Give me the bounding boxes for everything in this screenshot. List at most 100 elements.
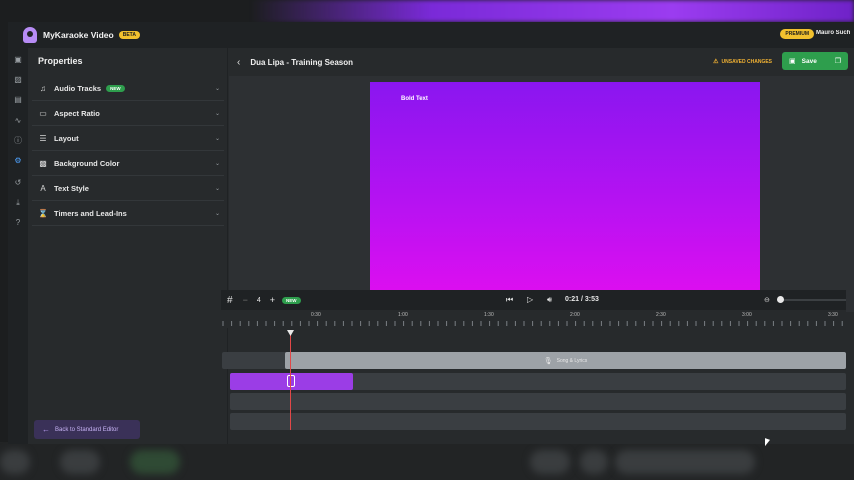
properties-title: Properties <box>38 56 83 66</box>
volume-icon[interactable]: 🔊︎ <box>547 295 552 305</box>
background-pattern-icon: ▩ <box>39 158 47 168</box>
history-icon[interactable]: ↺ <box>13 178 23 188</box>
info-icon[interactable]: ⓘ <box>13 136 23 146</box>
layout-icon: ☰ <box>39 133 47 143</box>
app-title: MyKaraoke Video <box>43 30 114 40</box>
icon-sidebar: ▣ ▨ ▤ ∿ ⓘ ⚙ ↺ ⤓ ? <box>8 48 28 444</box>
playhead-line[interactable] <box>290 332 291 430</box>
taskbar-blur <box>0 442 854 480</box>
increase-button[interactable]: + <box>270 295 275 305</box>
skip-back-icon[interactable]: ⏮ <box>506 295 513 305</box>
zoom-slider[interactable] <box>777 299 846 301</box>
taskbar-blob <box>60 450 100 474</box>
ruler-label: 3:00 <box>742 312 752 318</box>
unsaved-changes-indicator: ⚠ UNSAVED CHANGES <box>713 58 772 66</box>
chevron-down-icon: ⌄ <box>214 211 220 217</box>
arrow-left-icon: ← <box>42 425 50 434</box>
property-audio-tracks[interactable]: ♫ Audio Tracks NEW ⌄ <box>32 77 224 101</box>
help-icon[interactable]: ? <box>13 218 23 228</box>
taskbar-blob <box>530 450 570 474</box>
property-label: Timers and Lead-Ins <box>54 209 127 218</box>
ruler-label: 0:30 <box>311 312 321 318</box>
save-label: Save <box>801 57 817 65</box>
microphone-icon: 🎙︎ <box>543 357 553 365</box>
film-icon[interactable]: ▤ <box>13 95 23 105</box>
chevron-down-icon: ⌄ <box>214 111 220 117</box>
grid-icon[interactable]: # <box>227 295 233 306</box>
property-label: Background Color <box>54 159 120 168</box>
waveform-icon[interactable]: ∿ <box>13 116 23 126</box>
copy-icon[interactable]: ❐ <box>835 57 841 65</box>
play-icon[interactable]: ▷ <box>527 295 533 304</box>
taskbar-blob <box>615 450 755 474</box>
clip-handle[interactable] <box>287 375 295 387</box>
property-label: Layout <box>54 134 79 143</box>
decrease-button[interactable]: − <box>243 295 248 305</box>
ruler-label: 2:00 <box>570 312 580 318</box>
ruler-label: 2:30 <box>656 312 666 318</box>
timer-icon: ⌛ <box>38 208 48 218</box>
taskbar-blob <box>0 450 30 474</box>
chevron-down-icon: ⌄ <box>214 186 220 192</box>
song-lyrics-clip[interactable]: 🎙︎ Song & Lyrics <box>285 352 846 369</box>
chevron-left-icon[interactable]: ‹ <box>237 57 240 68</box>
user-name[interactable]: Mauro Such <box>816 30 854 36</box>
video-preview[interactable]: Bold Text <box>370 82 760 301</box>
song-title: Dua Lipa - Training Season <box>250 57 354 67</box>
properties-panel: Properties ♫ Audio Tracks NEW ⌄ ▭ Aspect… <box>28 48 228 444</box>
zoom-out-icon[interactable]: ⊖ <box>764 296 770 304</box>
zoom-value: 4 <box>256 296 261 304</box>
background-glow <box>250 0 854 22</box>
timeline-track-audio[interactable] <box>230 373 846 390</box>
back-label: Back to Standard Editor <box>55 426 119 433</box>
chevron-down-icon: ⌄ <box>214 86 220 92</box>
timeline-toolbar: # − 4 + NEW ⏮ ▷ 🔊︎ 0:21 / 3:53 ⊖ <box>221 290 846 310</box>
text-icon[interactable]: ▣ <box>13 55 23 65</box>
editor-header: ‹ Dua Lipa - Training Season ⚠ UNSAVED C… <box>229 48 854 76</box>
ruler-label: 3:30 <box>828 312 838 318</box>
aspect-ratio-icon: ▭ <box>39 108 47 118</box>
preview-bold-text[interactable]: Bold Text <box>401 96 428 102</box>
timeline-track-lyrics[interactable]: 🎙︎ Song & Lyrics <box>222 352 846 369</box>
clip-label: Song & Lyrics <box>556 357 588 364</box>
floppy-icon: ▣ <box>789 58 796 65</box>
back-to-standard-editor-button[interactable]: ← Back to Standard Editor <box>34 420 140 439</box>
zoom-slider-handle[interactable] <box>777 296 784 303</box>
ruler-label: 1:00 <box>398 312 408 318</box>
text-style-icon: A <box>40 183 46 193</box>
property-label: Audio Tracks <box>54 84 102 93</box>
timeline-ruler[interactable]: 0:30 1:00 1:30 2:00 2:30 3:00 3:30 <box>221 310 846 328</box>
unsaved-label: UNSAVED CHANGES <box>721 58 772 65</box>
property-background-color[interactable]: ▩ Background Color ⌄ <box>32 152 224 176</box>
audio-clip[interactable] <box>230 373 353 390</box>
music-note-icon: ♫ <box>40 83 46 93</box>
top-bar: MyKaraoke Video BETA PREMIUM Mauro Such <box>8 22 854 48</box>
property-text-style[interactable]: A Text Style ⌄ <box>32 177 224 201</box>
chevron-down-icon: ⌄ <box>214 136 220 142</box>
new-badge: NEW <box>106 85 125 92</box>
ruler-label: 1:30 <box>484 312 494 318</box>
property-aspect-ratio[interactable]: ▭ Aspect Ratio ⌄ <box>32 102 224 126</box>
save-button[interactable]: ▣ Save ❐ <box>782 52 848 70</box>
timeline-track-empty[interactable] <box>230 413 846 430</box>
property-timers[interactable]: ⌛ Timers and Lead-Ins ⌄ <box>32 202 224 226</box>
property-layout[interactable]: ☰ Layout ⌄ <box>32 127 224 151</box>
download-icon[interactable]: ⤓ <box>13 198 23 208</box>
timeline-track-empty[interactable] <box>230 393 846 410</box>
chevron-down-icon: ⌄ <box>214 161 220 167</box>
property-label: Text Style <box>54 184 89 193</box>
ruler-ticks <box>222 321 843 326</box>
new-badge: NEW <box>282 296 301 304</box>
microphone-logo-icon <box>23 27 37 43</box>
beta-badge: BETA <box>118 31 140 39</box>
image-icon[interactable]: ▨ <box>13 75 23 85</box>
premium-badge[interactable]: PREMIUM <box>780 29 814 39</box>
taskbar-blob <box>130 450 180 474</box>
property-label: Aspect Ratio <box>54 109 100 118</box>
mouse-cursor <box>765 438 770 448</box>
preview-canvas-area: Bold Text <box>229 76 854 312</box>
taskbar-blob <box>580 450 608 474</box>
settings-icon[interactable]: ⚙ <box>13 156 23 166</box>
warning-icon: ⚠ <box>713 59 719 65</box>
time-readout: 0:21 / 3:53 <box>565 296 599 303</box>
